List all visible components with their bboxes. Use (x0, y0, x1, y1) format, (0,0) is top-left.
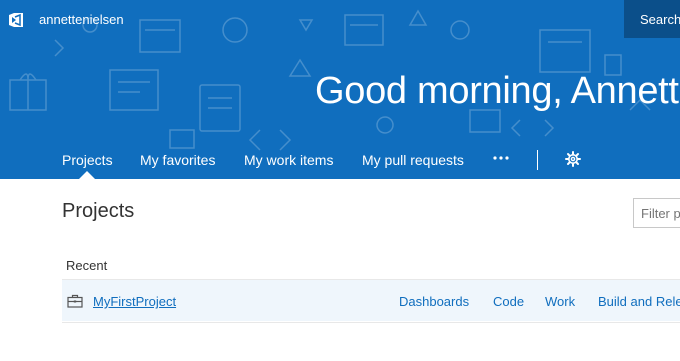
project-link-build-and-release[interactable]: Build and Release (598, 294, 680, 309)
project-briefcase-icon (67, 294, 83, 308)
project-link-work[interactable]: Work (545, 294, 575, 309)
tab-my-favorites[interactable]: My favorites (140, 152, 215, 168)
recent-section-label: Recent (66, 258, 108, 273)
project-link-code[interactable]: Code (493, 294, 524, 309)
tab-my-pull-requests[interactable]: My pull requests (362, 152, 464, 168)
active-tab-indicator (79, 171, 95, 179)
project-link-dashboards[interactable]: Dashboards (399, 294, 469, 309)
greeting-title: Good morning, Annette (315, 70, 680, 112)
header-banner: annettenielsen Search Good morning, Anne… (0, 0, 680, 179)
filter-projects-input[interactable] (633, 198, 680, 228)
divider (62, 322, 680, 323)
tab-projects[interactable]: Projects (62, 152, 113, 168)
nav-divider (537, 150, 538, 170)
gear-icon[interactable] (565, 151, 581, 167)
ellipsis-icon[interactable] (492, 150, 510, 166)
search-input[interactable]: Search (624, 0, 680, 38)
vsts-logo-icon[interactable] (7, 11, 25, 29)
tab-my-work-items[interactable]: My work items (244, 152, 333, 168)
org-name[interactable]: annettenielsen (39, 12, 124, 27)
project-name-link[interactable]: MyFirstProject (93, 294, 176, 309)
page-title: Projects (62, 200, 135, 222)
